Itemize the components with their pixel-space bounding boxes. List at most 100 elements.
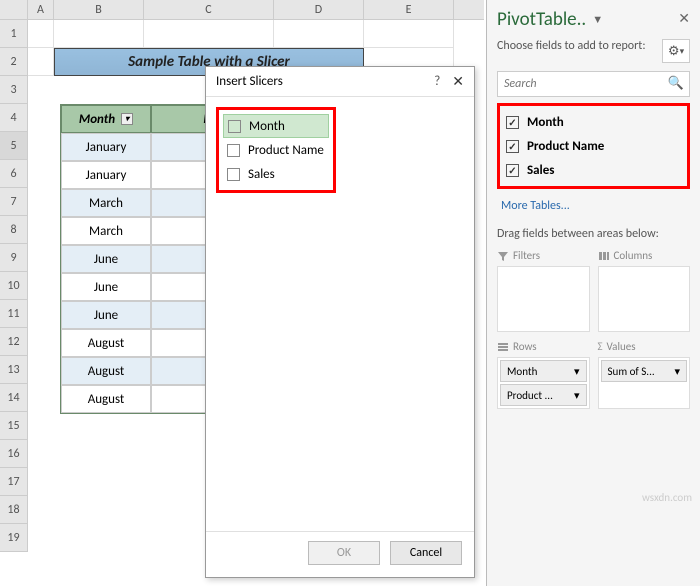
row-headers: 12345678910111213141516171819 — [0, 20, 28, 552]
slicer-fields-highlight: Month Product Name Sales — [216, 107, 336, 193]
row-chip-month[interactable]: Month▾ — [500, 360, 587, 382]
row-11[interactable]: 11 — [0, 300, 28, 328]
watermark: wsxdn.com — [642, 491, 692, 504]
row-8[interactable]: 8 — [0, 216, 28, 244]
cell-month[interactable]: January — [61, 161, 151, 189]
dialog-title: Insert Slicers — [216, 74, 283, 89]
field-label: Sales — [527, 163, 555, 178]
cell-month[interactable]: March — [61, 217, 151, 245]
filter-icon — [497, 250, 509, 262]
row-10[interactable]: 10 — [0, 272, 28, 300]
chevron-down-icon[interactable]: ▾ — [674, 365, 680, 378]
more-tables-link[interactable]: More Tables... — [501, 199, 690, 213]
row-9[interactable]: 9 — [0, 244, 28, 272]
field-product[interactable]: ✓ Product Name — [502, 134, 685, 158]
checkbox-checked-icon[interactable]: ✓ — [506, 164, 519, 177]
field-list-highlight: ✓ Month ✓ Product Name ✓ Sales — [497, 103, 690, 189]
row-19[interactable]: 19 — [0, 524, 28, 552]
cell-month[interactable]: August — [61, 385, 151, 413]
row-5[interactable]: 5 — [0, 132, 28, 160]
gear-icon[interactable]: ⚙▾ — [662, 39, 690, 63]
area-label-text: Filters — [513, 249, 540, 262]
row-1[interactable]: 1 — [0, 20, 28, 48]
area-label-text: Values — [607, 340, 636, 353]
cell-month[interactable]: August — [61, 329, 151, 357]
filter-dropdown-icon[interactable]: ▾ — [121, 113, 133, 125]
row-14[interactable]: 14 — [0, 384, 28, 412]
slicer-item-label: Month — [249, 119, 285, 134]
cancel-button[interactable]: Cancel — [390, 541, 462, 565]
checkbox-icon[interactable] — [227, 144, 240, 157]
area-values[interactable]: Σ Values Sum of S...▾ — [598, 340, 691, 409]
close-icon[interactable]: ✕ — [452, 73, 464, 90]
columns-dropzone[interactable] — [598, 266, 691, 332]
cell-month[interactable]: January — [61, 133, 151, 161]
cell-month[interactable]: August — [61, 357, 151, 385]
cell-month[interactable]: June — [61, 273, 151, 301]
insert-slicers-dialog: Insert Slicers ? ✕ Month Product Name Sa… — [205, 66, 475, 578]
row-2[interactable]: 2 — [0, 48, 28, 76]
field-label: Month — [527, 115, 564, 130]
chevron-down-icon[interactable]: ▼ — [592, 13, 603, 26]
value-chip-sum[interactable]: Sum of S...▾ — [601, 360, 688, 382]
row-17[interactable]: 17 — [0, 468, 28, 496]
col-B[interactable]: B — [54, 0, 144, 19]
col-E[interactable]: E — [364, 0, 454, 19]
th-month[interactable]: Month ▾ — [61, 105, 151, 133]
chevron-down-icon[interactable]: ▾ — [574, 389, 580, 402]
slicer-item-product[interactable]: Product Name — [223, 138, 329, 162]
area-filters[interactable]: Filters — [497, 249, 590, 332]
ok-button[interactable]: OK — [308, 541, 380, 565]
cell-month[interactable]: June — [61, 301, 151, 329]
slicer-item-label: Sales — [248, 167, 275, 182]
slicer-item-sales[interactable]: Sales — [223, 162, 329, 186]
area-columns[interactable]: Columns — [598, 249, 691, 332]
chevron-down-icon[interactable]: ▾ — [574, 365, 580, 378]
field-label: Product Name — [527, 139, 604, 154]
col-C[interactable]: C — [144, 0, 274, 19]
area-label-text: Columns — [614, 249, 653, 262]
row-15[interactable]: 15 — [0, 412, 28, 440]
filters-dropzone[interactable] — [497, 266, 590, 332]
row-13[interactable]: 13 — [0, 356, 28, 384]
field-search[interactable]: 🔍 — [497, 71, 690, 97]
row-7[interactable]: 7 — [0, 188, 28, 216]
search-icon: 🔍 — [668, 76, 684, 91]
checkbox-checked-icon[interactable]: ✓ — [506, 116, 519, 129]
search-input[interactable] — [497, 71, 690, 97]
cell-month[interactable]: June — [61, 245, 151, 273]
row-3[interactable]: 3 — [0, 76, 28, 104]
rows-dropzone[interactable]: Month▾ Product ...▾ — [497, 357, 590, 409]
row-chip-product[interactable]: Product ...▾ — [500, 384, 587, 406]
sigma-icon: Σ — [598, 340, 603, 353]
row-6[interactable]: 6 — [0, 160, 28, 188]
row-12[interactable]: 12 — [0, 328, 28, 356]
rows-icon — [497, 341, 509, 353]
checkbox-checked-icon[interactable]: ✓ — [506, 140, 519, 153]
field-sales[interactable]: ✓ Sales — [502, 158, 685, 182]
area-label-text: Rows — [513, 340, 537, 353]
pane-close-icon[interactable]: ✕ — [678, 10, 690, 27]
row-4[interactable]: 4 — [0, 104, 28, 132]
select-all-corner[interactable] — [0, 0, 28, 19]
th-month-label: Month — [79, 112, 115, 127]
slicer-item-month[interactable]: Month — [223, 114, 329, 138]
column-headers: A B C D E — [0, 0, 484, 20]
row-16[interactable]: 16 — [0, 440, 28, 468]
checkbox-icon[interactable] — [228, 120, 241, 133]
field-month[interactable]: ✓ Month — [502, 110, 685, 134]
pane-title: PivotTable..▼ — [497, 8, 690, 31]
row-18[interactable]: 18 — [0, 496, 28, 524]
drag-hint: Drag fields between areas below: — [497, 227, 690, 241]
cell-month[interactable]: March — [61, 189, 151, 217]
pane-subtitle: Choose fields to add to report: — [497, 39, 646, 53]
dialog-titlebar[interactable]: Insert Slicers ? ✕ — [206, 67, 474, 97]
area-rows[interactable]: Rows Month▾ Product ...▾ — [497, 340, 590, 409]
slicer-item-label: Product Name — [248, 143, 324, 158]
values-dropzone[interactable]: Sum of S...▾ — [598, 357, 691, 409]
checkbox-icon[interactable] — [227, 168, 240, 181]
help-icon[interactable]: ? — [434, 74, 440, 89]
col-A[interactable]: A — [28, 0, 54, 19]
columns-icon — [598, 250, 610, 262]
col-D[interactable]: D — [274, 0, 364, 19]
